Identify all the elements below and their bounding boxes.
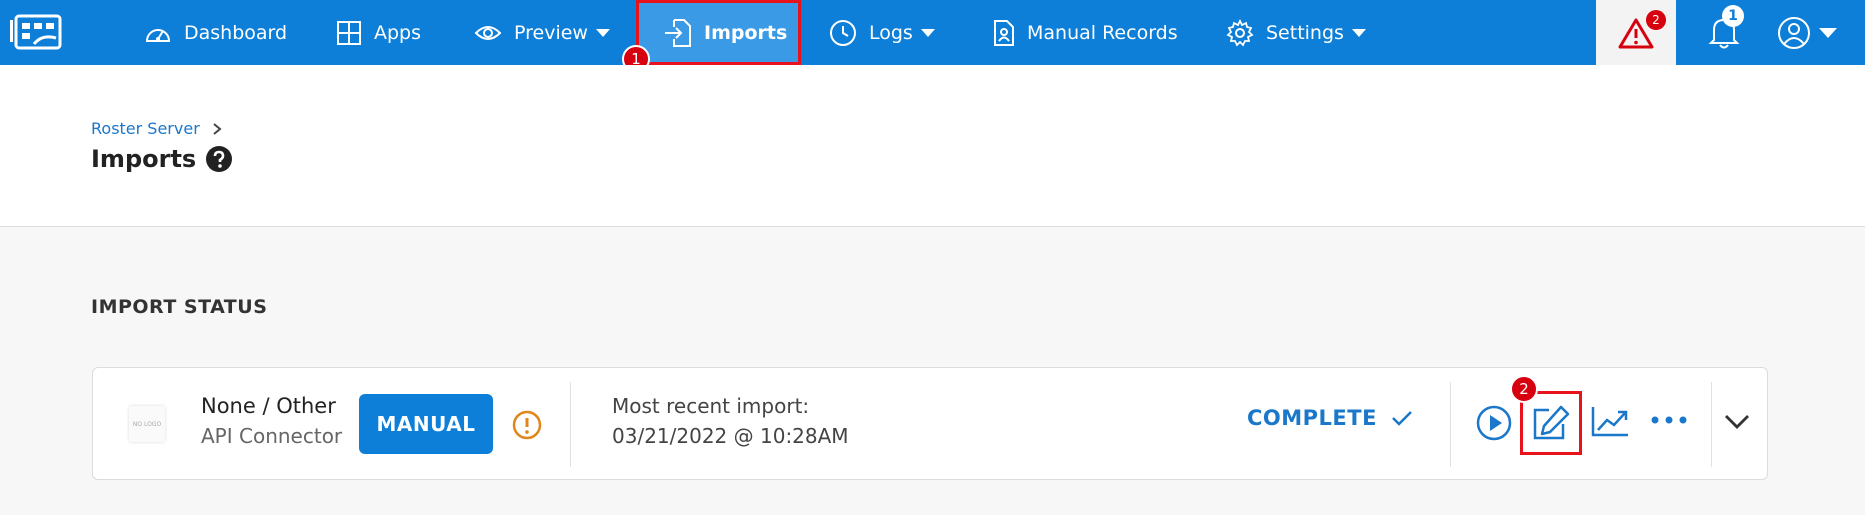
edit-icon[interactable] bbox=[1531, 404, 1571, 442]
play-icon[interactable] bbox=[1475, 404, 1513, 442]
clock-icon bbox=[830, 19, 856, 46]
breadcrumb-roster-server[interactable]: Roster Server bbox=[91, 119, 200, 138]
import-status: COMPLETE bbox=[1247, 406, 1413, 430]
person-document-icon bbox=[994, 19, 1014, 46]
top-navbar: Dashboard Apps Preview Imports 1 Logs Ma… bbox=[0, 0, 1865, 73]
exclamation-circle-icon[interactable] bbox=[512, 410, 542, 440]
import-card: NO LOGO None / Other API Connector MANUA… bbox=[92, 367, 1768, 480]
import-status-label: COMPLETE bbox=[1247, 406, 1377, 430]
source-type: API Connector bbox=[201, 424, 343, 448]
nav-dashboard-label: Dashboard bbox=[184, 21, 288, 44]
chevron-down-icon bbox=[1351, 28, 1366, 37]
user-menu-button[interactable] bbox=[1777, 16, 1837, 50]
section-title: IMPORT STATUS bbox=[91, 296, 268, 318]
page-header: Roster Server Imports bbox=[0, 65, 1865, 227]
manual-button[interactable]: MANUAL bbox=[359, 394, 493, 454]
chevron-down-icon bbox=[1819, 28, 1837, 38]
divider bbox=[1450, 382, 1451, 467]
alert-count-badge: 2 bbox=[1646, 10, 1666, 30]
chevron-down-icon bbox=[595, 28, 610, 37]
nav-dashboard[interactable]: Dashboard bbox=[144, 0, 287, 65]
nav-apps[interactable]: Apps bbox=[336, 0, 421, 65]
nav-imports-label: Imports bbox=[704, 21, 788, 44]
step-badge-2: 2 bbox=[1510, 375, 1538, 403]
eye-icon bbox=[474, 25, 502, 40]
check-icon bbox=[1392, 411, 1412, 426]
speedometer-icon bbox=[145, 28, 171, 42]
grid-icon bbox=[337, 20, 361, 45]
nav-logs-label: Logs bbox=[869, 21, 913, 44]
recent-import-value: 03/21/2022 @ 10:28AM bbox=[612, 424, 849, 448]
nav-preview[interactable]: Preview bbox=[474, 0, 610, 65]
nav-settings-label: Settings bbox=[1266, 21, 1344, 44]
nav-apps-label: Apps bbox=[374, 21, 422, 44]
nav-manual-records[interactable]: Manual Records bbox=[993, 0, 1178, 65]
app-logo[interactable] bbox=[8, 10, 64, 54]
breadcrumb: Roster Server bbox=[91, 119, 222, 138]
recent-import-label: Most recent import: bbox=[612, 394, 810, 418]
page-title: Imports bbox=[91, 145, 197, 173]
alerts-button[interactable] bbox=[1596, 0, 1676, 65]
import-icon bbox=[665, 18, 691, 47]
chevron-right-icon bbox=[213, 122, 222, 135]
gear-icon bbox=[1226, 18, 1254, 47]
chevron-down-icon bbox=[920, 28, 935, 37]
notification-count-badge: 1 bbox=[1722, 5, 1744, 27]
nav-manual-records-label: Manual Records bbox=[1027, 21, 1178, 44]
nav-logs[interactable]: Logs bbox=[829, 0, 935, 65]
nav-imports[interactable]: Imports bbox=[664, 0, 787, 65]
source-name: None / Other bbox=[201, 394, 336, 418]
user-avatar-icon bbox=[1778, 17, 1810, 49]
divider bbox=[570, 382, 571, 467]
divider bbox=[1711, 382, 1712, 467]
source-logo: NO LOGO bbox=[129, 406, 165, 442]
nav-preview-label: Preview bbox=[514, 21, 588, 44]
help-icon[interactable] bbox=[206, 146, 232, 172]
chevron-down-icon[interactable] bbox=[1723, 413, 1751, 431]
nav-settings[interactable]: Settings bbox=[1226, 0, 1366, 65]
more-options-icon[interactable] bbox=[1651, 415, 1687, 425]
chart-line-icon[interactable] bbox=[1590, 404, 1630, 438]
